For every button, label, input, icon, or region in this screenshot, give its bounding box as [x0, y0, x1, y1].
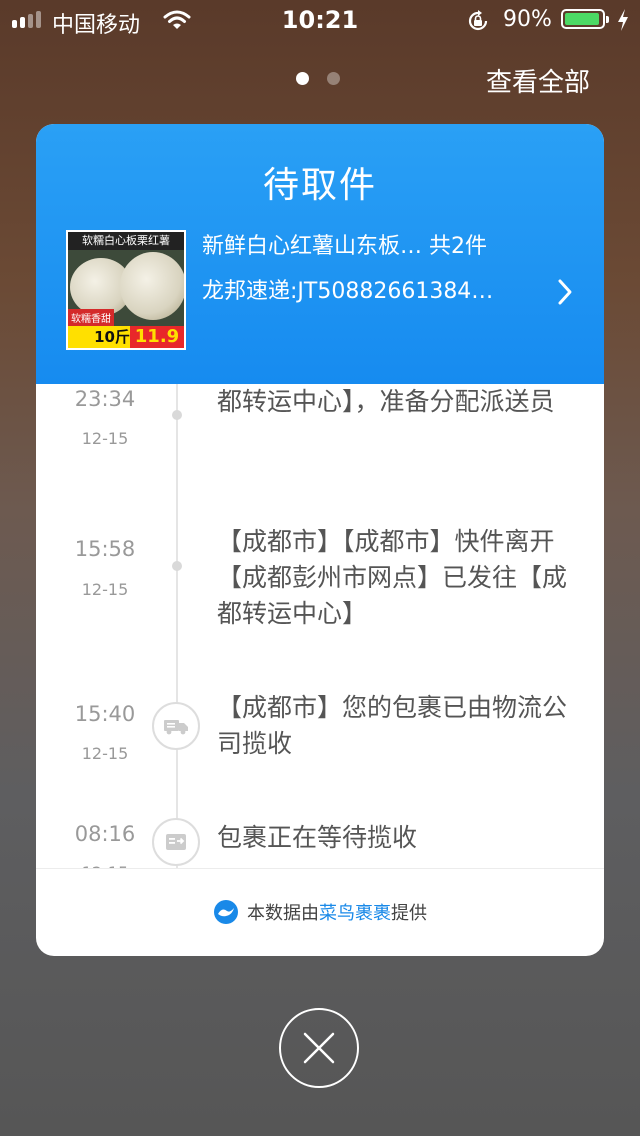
tracking-number: 龙邦速递:JT50882661384… — [202, 279, 494, 304]
timeline-time: 15:58 — [74, 537, 136, 561]
chevron-right-icon[interactable] — [556, 278, 574, 310]
thumb-weight: 10斤 — [68, 326, 132, 348]
timeline-date: 12-15 — [81, 744, 129, 763]
page-dot-1[interactable] — [296, 72, 309, 85]
cainiao-logo-icon — [213, 899, 239, 925]
page-indicator — [296, 72, 340, 85]
footer-prefix: 本数据由 — [247, 903, 319, 924]
potato-image — [120, 252, 184, 320]
timeline-text: 【成都市】您的包裹已到达【成都转运中心】，准备分配派送员 — [217, 387, 555, 416]
product-name: 新鲜白心红薯山东板… 共2件 — [202, 234, 487, 259]
close-icon — [303, 1032, 335, 1064]
dot-icon — [172, 410, 182, 420]
charging-icon — [616, 8, 630, 36]
truck-icon — [152, 702, 200, 750]
timeline-date: 12-15 — [81, 429, 129, 448]
timeline-line — [176, 384, 178, 868]
status-bar: 中国移动 10:21 90% — [0, 0, 640, 40]
rotation-lock-icon — [466, 9, 490, 37]
dot-icon — [172, 561, 182, 571]
package-card: 待取件 软糯白心板栗红薯 软糯香甜 10斤 11.9 新鲜白心红薯山东板… 共2… — [36, 124, 604, 956]
timeline-text: 包裹正在等待揽收 — [217, 823, 418, 852]
thumb-banner: 软糯白心板栗红薯 — [68, 232, 184, 250]
battery-percent: 90% — [503, 7, 552, 32]
timeline-text: 【成都市】【成都市】快件离开【成都彭州市网点】已发往【成都转运中心】 — [217, 527, 568, 628]
view-all-link[interactable]: 查看全部 — [486, 62, 590, 99]
card-header[interactable]: 待取件 软糯白心板栗红薯 软糯香甜 10斤 11.9 新鲜白心红薯山东板… 共2… — [36, 124, 604, 384]
battery-icon — [561, 9, 609, 29]
timeline-date: 12-15 — [81, 580, 129, 599]
cainiao-brand-link[interactable]: 菜鸟裹裹 — [319, 899, 391, 925]
tracking-timeline[interactable]: 23:34 12-15 【成都市】您的包裹已到达【成都转运中心】，准备分配派送员… — [36, 384, 604, 868]
footer-suffix: 提供 — [391, 903, 427, 924]
card-footer: 本数据由 菜鸟裹裹 提供 — [36, 868, 604, 956]
timeline-time: 23:34 — [74, 387, 136, 411]
close-button[interactable] — [279, 1008, 359, 1088]
product-thumbnail[interactable]: 软糯白心板栗红薯 软糯香甜 10斤 11.9 — [66, 230, 186, 350]
card-title: 待取件 — [262, 165, 377, 206]
parcel-icon — [152, 818, 200, 866]
page-dot-2[interactable] — [327, 72, 340, 85]
thumb-price: 11.9 — [130, 326, 184, 348]
thumb-tag: 软糯香甜 — [68, 309, 114, 326]
timeline-text: 【成都市】您的包裹已由物流公司揽收 — [217, 693, 568, 758]
data-source-note: 本数据由 菜鸟裹裹 提供 — [36, 899, 604, 925]
